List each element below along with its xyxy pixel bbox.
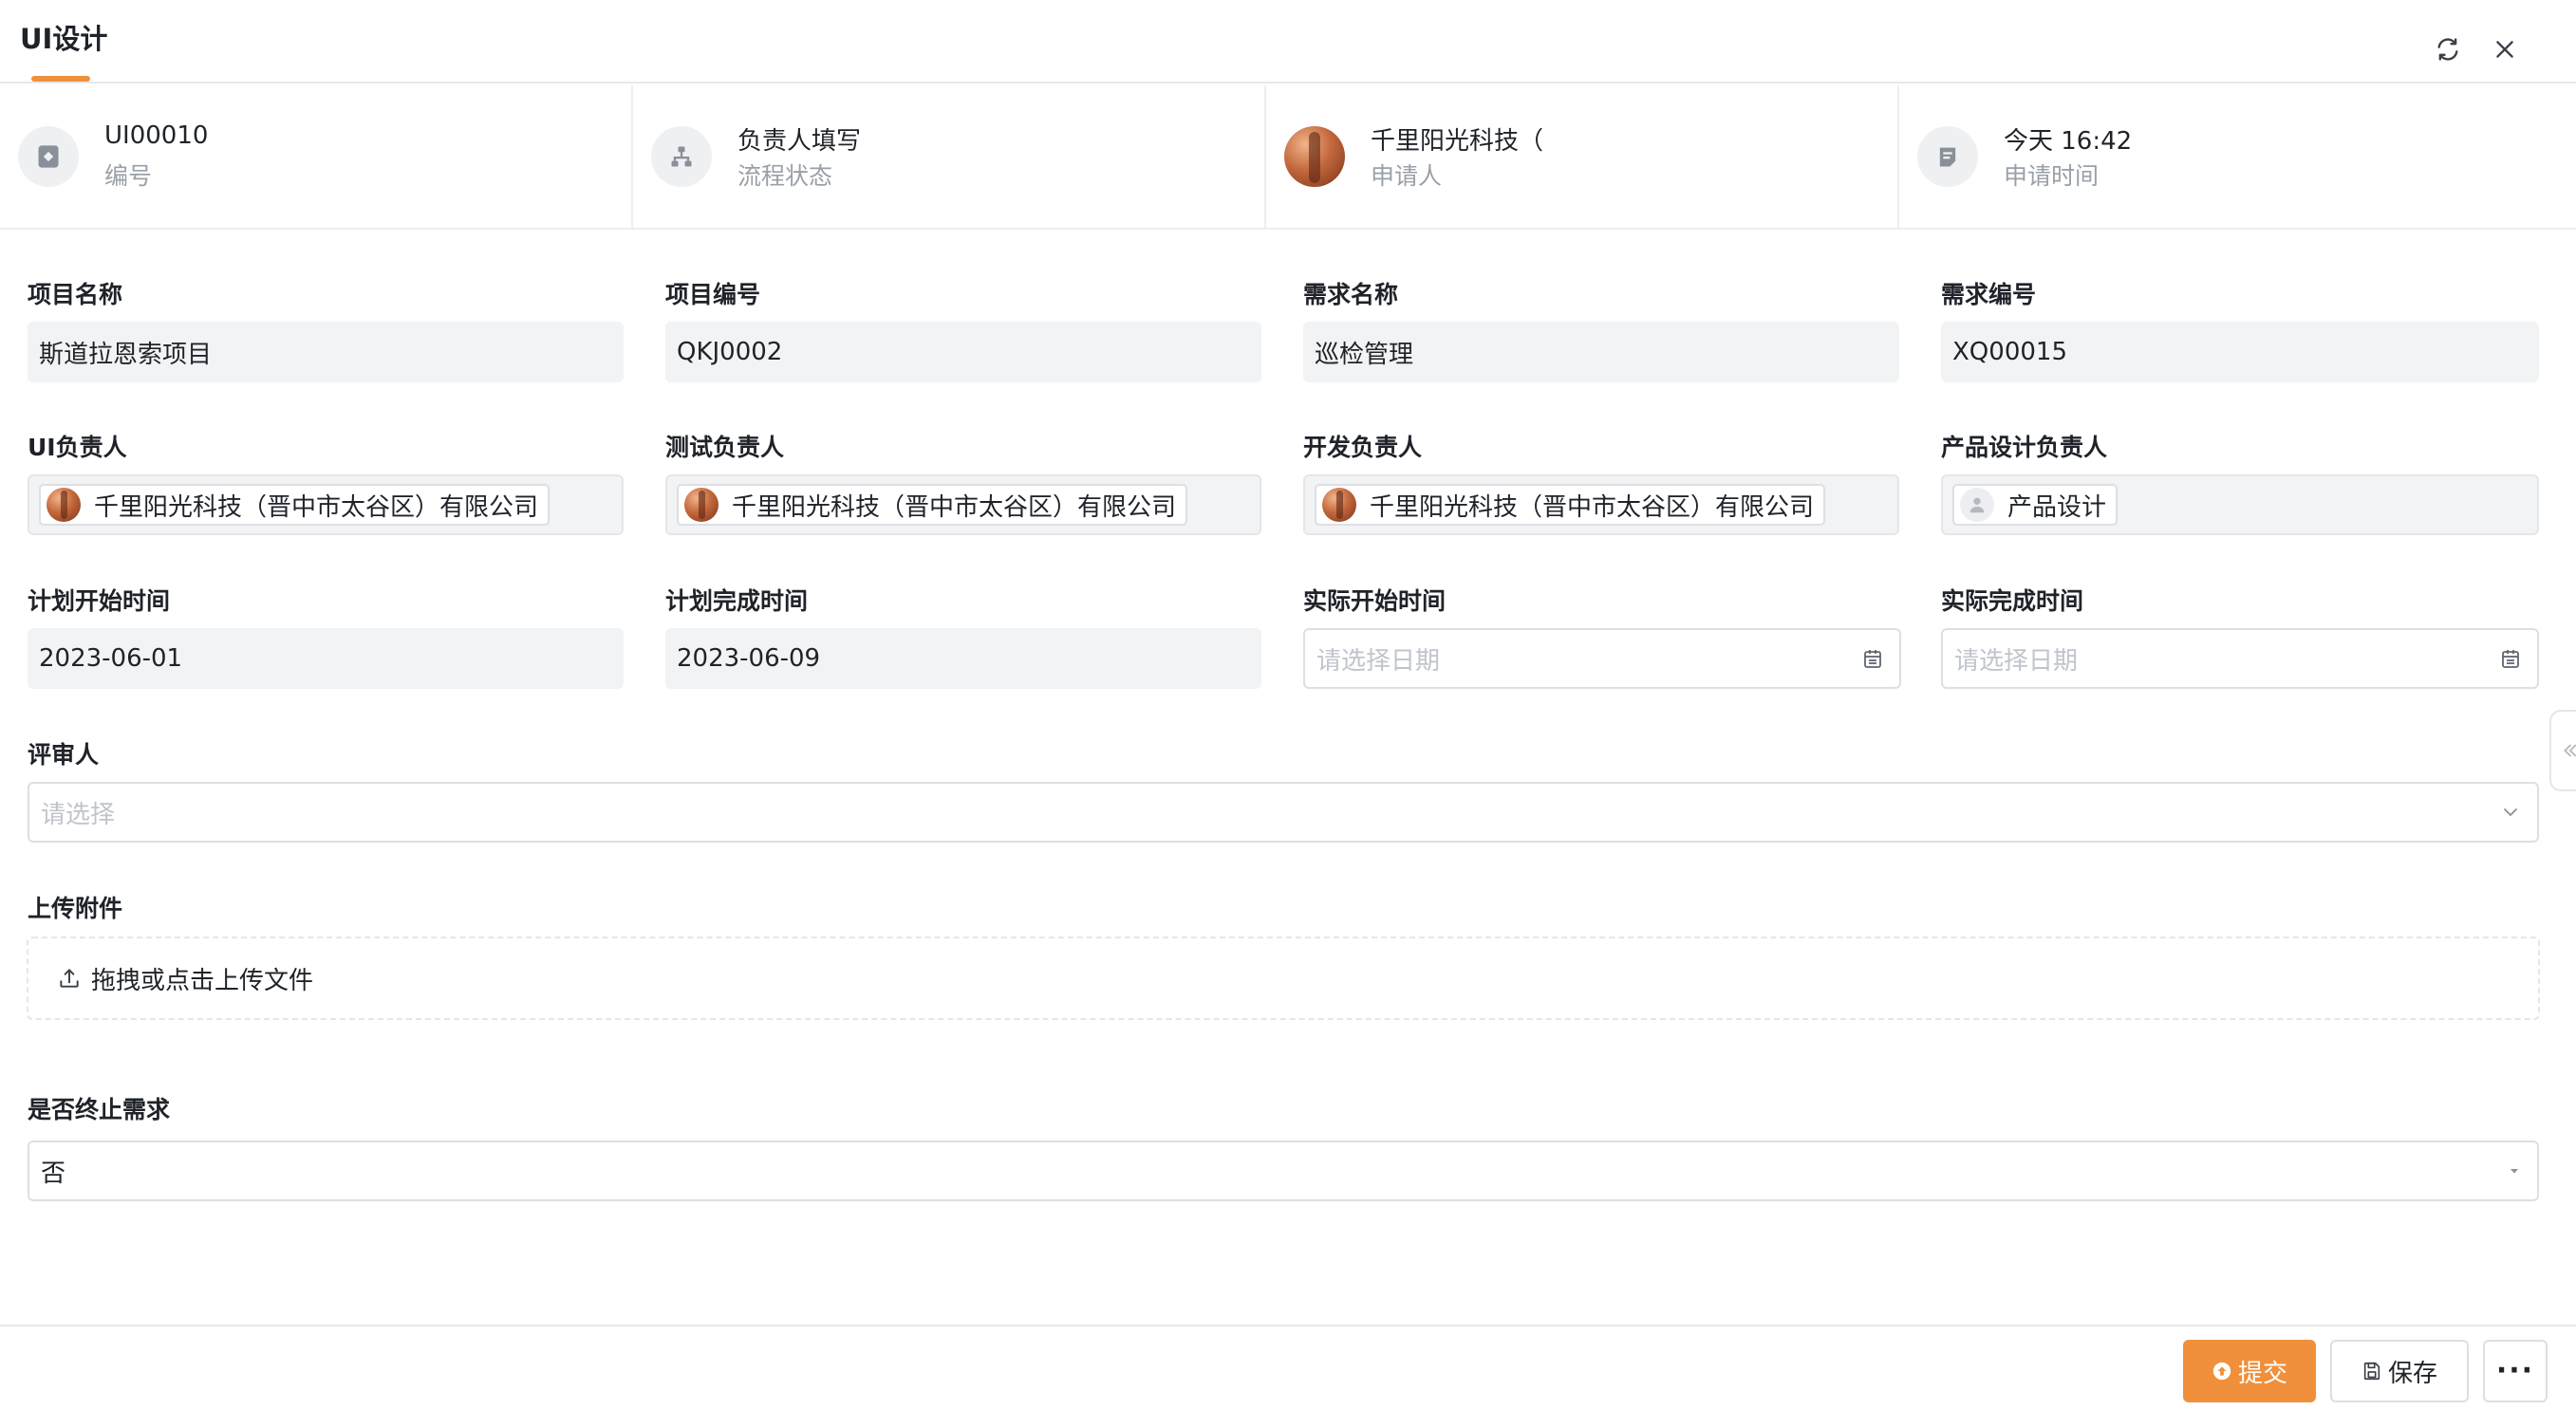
refresh-icon [2437,38,2458,61]
reviewer-label: 评审人 [28,741,100,769]
save-button[interactable]: 保存 [2330,1340,2469,1402]
terminate-value: 否 [41,1159,66,1188]
info-time-label: 申请时间 [2004,162,2100,190]
test-owner-tag: 千里阳光科技（晋中市太谷区）有限公司 [677,484,1188,526]
actual-start-label: 实际开始时间 [1303,587,1447,615]
calendar-note-icon [1917,126,1978,187]
info-applicant-label: 申请人 [1371,162,1443,190]
actual-end-label: 实际完成时间 [1941,587,2084,615]
dialog-title: UI设计 [20,23,108,55]
project-name-label: 项目名称 [28,281,123,308]
plan-end-label: 计划完成时间 [665,587,809,615]
info-summary-bar: UI00010 编号 负责人填写 流程状态 千里阳光科技（ 申请人 今天 16:… [0,85,2576,230]
save-icon [2361,1361,2382,1382]
form-id-icon [18,126,79,187]
req-name-label: 需求名称 [1303,281,1399,308]
dev-owner-label: 开发负责人 [1303,434,1423,461]
avatar [684,488,719,522]
actual-start-placeholder: 请选择日期 [1316,646,1441,676]
info-cell-time: 今天 16:42 申请时间 [1899,85,2532,228]
reviewer-select[interactable]: 请选择 [28,782,2539,843]
close-button[interactable] [2486,30,2524,68]
caret-down-icon [2507,1142,2522,1199]
project-name-field: 斯道拉恩索项目 [28,322,624,382]
req-name-field: 巡检管理 [1303,322,1899,382]
double-chevron-left-icon [2564,744,2576,757]
refresh-button[interactable] [2429,30,2467,68]
attachment-label: 上传附件 [28,895,123,922]
test-owner-field: 千里阳光科技（晋中市太谷区）有限公司 [665,474,1261,535]
more-icon: ··· [2495,1354,2535,1387]
user-icon [1960,488,1994,522]
applicant-avatar [1284,126,1345,187]
terminate-select[interactable]: 否 [28,1141,2539,1201]
dialog-header: UI设计 [0,0,2576,83]
save-label: 保存 [2387,1359,2437,1388]
actual-end-date-picker[interactable]: 请选择日期 [1941,628,2539,689]
ui-owner-field: 千里阳光科技（晋中市太谷区）有限公司 [28,474,624,535]
ui-owner-tag: 千里阳光科技（晋中市太谷区）有限公司 [39,484,551,526]
side-panel-toggle[interactable] [2549,710,2576,791]
dev-owner-field: 千里阳光科技（晋中市太谷区）有限公司 [1303,474,1899,535]
info-status-label: 流程状态 [737,162,833,190]
calendar-icon[interactable] [1861,630,1884,687]
upload-icon [57,966,82,991]
title-active-indicator [31,76,90,82]
avatar [1322,488,1356,522]
close-icon [2496,41,2513,58]
upload-dropzone[interactable]: 拖拽或点击上传文件 [27,937,2540,1020]
info-id-label: 编号 [104,162,153,190]
info-applicant-value: 千里阳光科技（ [1371,127,1544,156]
plan-end-field: 2023-06-09 [665,628,1261,689]
calendar-icon[interactable] [2499,630,2522,687]
info-cell-id: UI00010 编号 [0,85,633,228]
reviewer-placeholder: 请选择 [41,800,116,829]
info-id-value: UI00010 [104,121,209,150]
product-owner-name: 产品设计 [2007,492,2107,522]
info-cell-status: 负责人填写 流程状态 [633,85,1266,228]
plan-start-label: 计划开始时间 [28,587,171,615]
chevron-down-icon [2499,784,2522,841]
product-owner-field: 产品设计 [1941,474,2539,535]
org-chart-icon [651,126,712,187]
req-code-label: 需求编号 [1941,281,2037,308]
ui-owner-label: UI负责人 [28,434,127,461]
info-time-value: 今天 16:42 [2004,127,2133,156]
more-button[interactable]: ··· [2483,1340,2548,1402]
submit-button[interactable]: 提交 [2183,1340,2316,1402]
info-status-value: 负责人填写 [737,127,862,156]
terminate-label: 是否终止需求 [28,1096,171,1123]
actual-end-placeholder: 请选择日期 [1954,646,2079,676]
avatar [47,488,81,522]
info-cell-applicant: 千里阳光科技（ 申请人 [1266,85,1899,228]
ui-owner-name: 千里阳光科技（晋中市太谷区）有限公司 [94,492,539,522]
plan-start-field: 2023-06-01 [28,628,624,689]
product-owner-label: 产品设计负责人 [1941,434,2108,461]
product-owner-tag: 产品设计 [1952,484,2119,526]
req-code-field: XQ00015 [1941,322,2539,382]
dev-owner-tag: 千里阳光科技（晋中市太谷区）有限公司 [1315,484,1826,526]
project-code-label: 项目编号 [665,281,761,308]
upload-text: 拖拽或点击上传文件 [91,966,314,995]
arrow-up-circle-icon [2212,1361,2232,1382]
test-owner-label: 测试负责人 [665,434,785,461]
dev-owner-name: 千里阳光科技（晋中市太谷区）有限公司 [1370,492,1815,522]
test-owner-name: 千里阳光科技（晋中市太谷区）有限公司 [732,492,1177,522]
submit-label: 提交 [2237,1359,2287,1388]
actual-start-date-picker[interactable]: 请选择日期 [1303,628,1901,689]
project-code-field: QKJ0002 [665,322,1261,382]
